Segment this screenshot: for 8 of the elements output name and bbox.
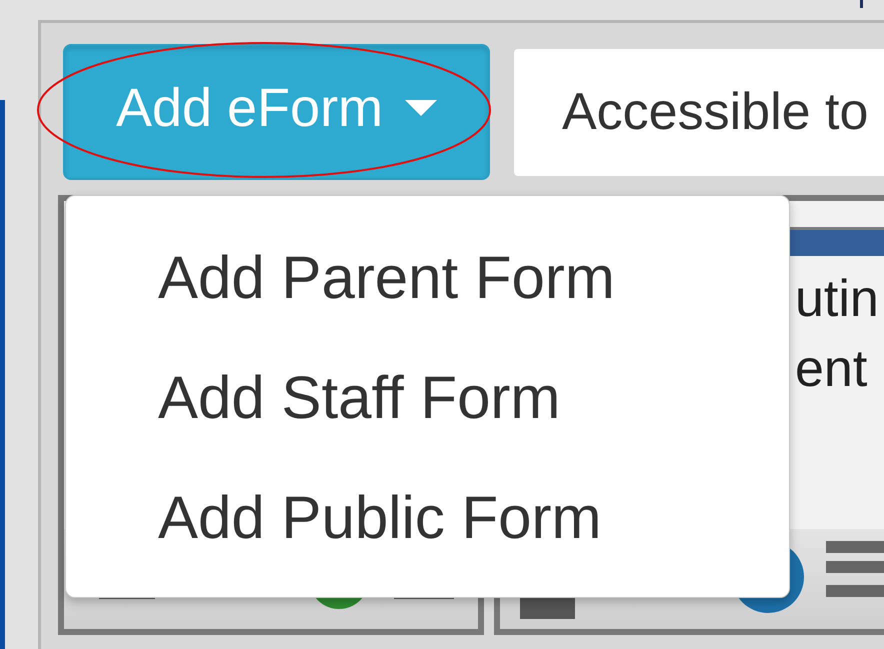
menu-item[interactable]: Add Staff Form (66, 338, 789, 458)
caret-icon (405, 100, 438, 116)
menu-icon[interactable] (826, 541, 884, 597)
card-text: utin (795, 269, 880, 330)
card-text: ent (795, 339, 868, 400)
filter-field[interactable]: Accessible to (514, 48, 884, 176)
menu-item[interactable]: Add Public Form (66, 458, 789, 578)
menu-item[interactable]: Add Parent Form (66, 218, 789, 338)
